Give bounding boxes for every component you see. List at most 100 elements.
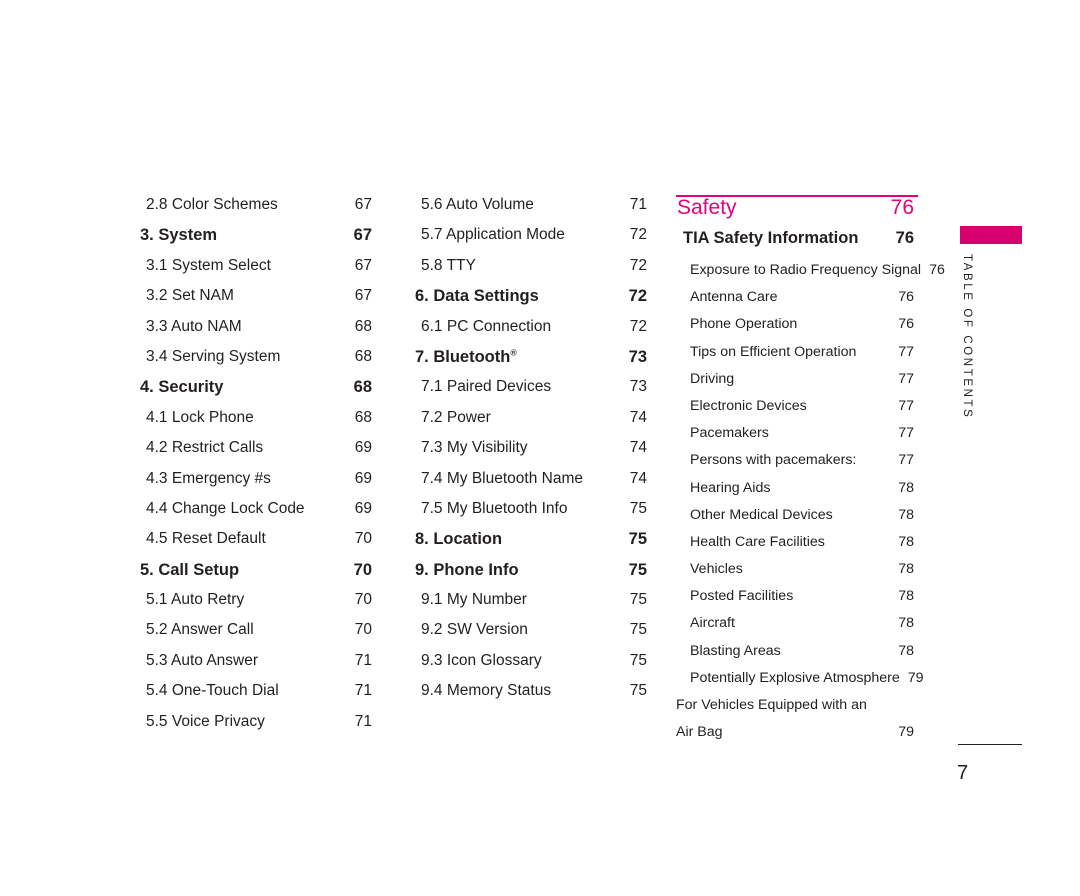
toc-column-3: Safety 76 TIA Safety Information 76 Exposure… xyxy=(676,196,945,751)
toc-entry-sub[interactable]: 4.1 Lock Phone 68 xyxy=(140,409,372,439)
toc-entry-label-continued: Air Bag xyxy=(676,724,723,741)
toc-entry-sub[interactable]: Exposure to Radio Frequency Signal 76 xyxy=(676,262,945,289)
toc-entry-sub[interactable]: Other Medical Devices 78 xyxy=(676,507,914,534)
toc-entry-page: 72 xyxy=(629,256,647,274)
toc-entry-sub[interactable]: Antenna Care 76 xyxy=(676,289,914,316)
toc-entry-page: 77 xyxy=(898,397,914,414)
toc-entry-label-text: 4.3 Emergency #s xyxy=(146,469,271,487)
folio-rule xyxy=(958,744,1022,746)
toc-entry-section[interactable]: 5. Call Setup 70 xyxy=(140,561,372,591)
toc-entry-section[interactable]: 7. Bluetooth® 73 xyxy=(415,348,647,378)
toc-entry-sub[interactable]: Hearing Aids 78 xyxy=(676,480,914,507)
toc-entry-sub[interactable]: 5.8 TTY 72 xyxy=(415,257,647,287)
toc-entry-label-text: 3.3 Auto NAM xyxy=(146,317,242,335)
toc-entry-sub[interactable]: Persons with pacemakers: 77 xyxy=(676,452,914,479)
toc-entry-page: 67 xyxy=(354,256,372,274)
toc-entry-sub[interactable]: 4.2 Restrict Calls 69 xyxy=(140,439,372,469)
toc-entry-section[interactable]: 8. Location 75 xyxy=(415,530,647,560)
toc-entry-sub[interactable]: Potentially Explosive Atmosphere 79 xyxy=(676,670,924,697)
toc-entry-sub[interactable]: Phone Operation 76 xyxy=(676,316,914,343)
toc-entry-sub[interactable]: Electronic Devices 77 xyxy=(676,398,914,425)
toc-entry-page: 76 xyxy=(898,316,914,333)
toc-entry-label: 7.4 My Bluetooth Name xyxy=(421,470,583,488)
toc-entry-wrap[interactable]: For Vehicles Equipped with an Air Bag 79 xyxy=(676,697,914,751)
toc-entry-page: 72 xyxy=(629,226,647,244)
toc-entry-section[interactable]: 4. Security 68 xyxy=(140,378,372,408)
toc-entry-sub[interactable]: 5.1 Auto Retry 70 xyxy=(140,591,372,621)
toc-entry-page: 78 xyxy=(898,533,914,550)
toc-entry-label: Hearing Aids xyxy=(690,480,770,496)
toc-entry-page: 68 xyxy=(354,408,372,426)
toc-column-2: 5.6 Auto Volume 71 5.7 Application Mode 72 5… xyxy=(415,196,647,713)
toc-entry-section[interactable]: TIA Safety Information 76 xyxy=(676,229,914,262)
toc-entry-page: 79 xyxy=(907,669,924,686)
toc-entry-sub[interactable]: 4.3 Emergency #s 69 xyxy=(140,470,372,500)
toc-entry-page: 75 xyxy=(628,530,647,549)
toc-entry-sub[interactable]: 2.8 Color Schemes 67 xyxy=(140,196,372,226)
toc-entry-label-text: 2.8 Color Schemes xyxy=(146,196,278,213)
toc-entry-section[interactable]: 6. Data Settings 72 xyxy=(415,287,647,317)
toc-entry-label-text: 9.3 Icon Glossary xyxy=(421,651,542,669)
toc-entry-label: Posted Facilities xyxy=(690,588,793,604)
toc-entry-label-text: 7.5 My Bluetooth Info xyxy=(421,499,568,517)
toc-entry-page: 77 xyxy=(898,343,914,360)
toc-entry-sub[interactable]: 7.5 My Bluetooth Info 75 xyxy=(415,500,647,530)
toc-entry-sub[interactable]: 3.1 System Select 67 xyxy=(140,257,372,287)
toc-entry-label: 5.1 Auto Retry xyxy=(146,591,244,609)
toc-entry-page: 78 xyxy=(898,479,914,496)
toc-entry-sub[interactable]: 5.2 Answer Call 70 xyxy=(140,621,372,651)
toc-entry-sub[interactable]: Tips on Efficient Operation 77 xyxy=(676,344,914,371)
toc-entry-page: 67 xyxy=(354,287,372,305)
toc-entry-label-text: 3.2 Set NAM xyxy=(146,287,234,305)
toc-entry-label-text: 4.1 Lock Phone xyxy=(146,408,254,426)
toc-entry-label-text: 3.4 Serving System xyxy=(146,347,281,365)
toc-entry-chapter[interactable]: Safety 76 xyxy=(676,196,914,229)
toc-entry-sub[interactable]: 5.3 Auto Answer 71 xyxy=(140,652,372,682)
toc-entry-label: 3.4 Serving System xyxy=(146,348,280,366)
toc-entry-label: 3.2 Set NAM xyxy=(146,287,234,305)
toc-entry-label-text: 4.4 Change Lock Code xyxy=(146,499,305,517)
toc-entry-sub[interactable]: 5.4 One-Touch Dial 71 xyxy=(140,682,372,712)
toc-entry-sub[interactable]: 3.2 Set NAM 67 xyxy=(140,287,372,317)
toc-entry-sub[interactable]: Blasting Areas 78 xyxy=(676,643,914,670)
toc-entry-label: 3.1 System Select xyxy=(146,257,271,275)
toc-entry-page: 67 xyxy=(354,196,372,213)
toc-entry-label: 3. System xyxy=(140,226,217,245)
toc-entry-sub[interactable]: Driving 77 xyxy=(676,371,914,398)
toc-entry-sub[interactable]: 6.1 PC Connection 72 xyxy=(415,318,647,348)
toc-entry-sub[interactable]: 3.4 Serving System 68 xyxy=(140,348,372,378)
toc-entry-sub[interactable]: 9.2 SW Version 75 xyxy=(415,621,647,651)
toc-entry-sub[interactable]: 7.4 My Bluetooth Name 74 xyxy=(415,470,647,500)
toc-entry-sub[interactable]: Pacemakers 77 xyxy=(676,425,914,452)
toc-entry-label: Aircraft xyxy=(690,615,735,631)
toc-entry-sub[interactable]: Posted Facilities 78 xyxy=(676,588,914,615)
toc-entry-sub[interactable]: 7.1 Paired Devices 73 xyxy=(415,378,647,408)
toc-entry-label: 7.1 Paired Devices xyxy=(421,378,551,396)
toc-entry-sub[interactable]: 9.1 My Number 75 xyxy=(415,591,647,621)
toc-entry-label: 7.5 My Bluetooth Info xyxy=(421,500,567,518)
toc-entry-sub[interactable]: 4.5 Reset Default 70 xyxy=(140,530,372,560)
toc-entry-label: 5.5 Voice Privacy xyxy=(146,713,265,731)
toc-page: 2.8 Color Schemes 67 3. System 67 3.1 System… xyxy=(0,0,1080,896)
toc-entry-page: 71 xyxy=(354,712,372,730)
toc-entry-sub[interactable]: 5.6 Auto Volume 71 xyxy=(415,196,647,226)
toc-entry-sub[interactable]: 3.3 Auto NAM 68 xyxy=(140,318,372,348)
toc-entry-label-text: 4.2 Restrict Calls xyxy=(146,439,264,457)
toc-entry-section[interactable]: 3. System 67 xyxy=(140,226,372,256)
toc-entry-sub[interactable]: 5.5 Voice Privacy 71 xyxy=(140,713,372,743)
toc-entry-page: 75 xyxy=(629,682,647,700)
toc-entry-sub[interactable]: Health Care Facilities 78 xyxy=(676,534,914,561)
toc-entry-sub[interactable]: 9.3 Icon Glossary 75 xyxy=(415,652,647,682)
toc-entry-sub[interactable]: 5.7 Application Mode 72 xyxy=(415,226,647,256)
toc-entry-sub[interactable]: 7.2 Power 74 xyxy=(415,409,647,439)
toc-entry-label: 5.3 Auto Answer xyxy=(146,652,258,670)
toc-entry-sub[interactable]: 9.4 Memory Status 75 xyxy=(415,682,647,712)
toc-entry-section[interactable]: 9. Phone Info 75 xyxy=(415,561,647,591)
toc-entry-sub[interactable]: 7.3 My Visibility 74 xyxy=(415,439,647,469)
toc-entry-sub[interactable]: 4.4 Change Lock Code 69 xyxy=(140,500,372,530)
toc-entry-label-text: 7.2 Power xyxy=(421,408,491,426)
toc-entry-sub[interactable]: Vehicles 78 xyxy=(676,561,914,588)
toc-entry-label-text: Phone Operation xyxy=(690,316,798,333)
toc-entry-sub[interactable]: Aircraft 78 xyxy=(676,615,914,642)
toc-entry-label-text: 5.1 Auto Retry xyxy=(146,591,245,609)
